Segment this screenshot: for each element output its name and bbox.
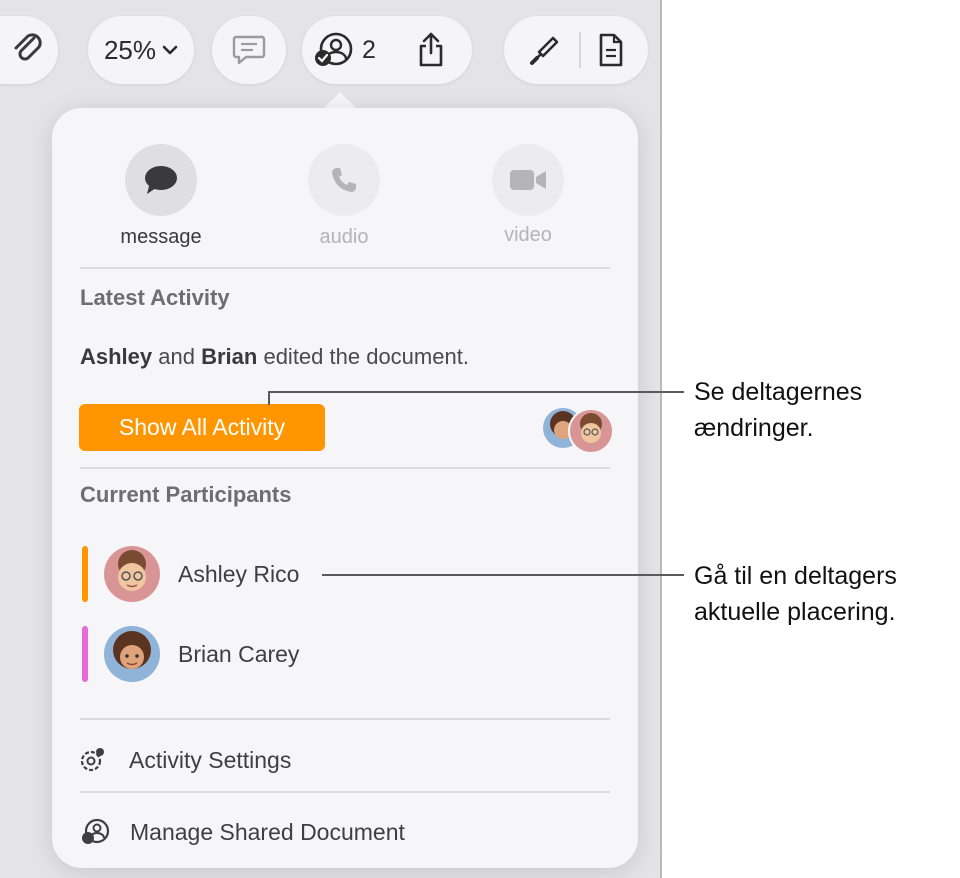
avatar-ashley-small — [568, 408, 614, 454]
audio-label: audio — [319, 226, 369, 248]
activity-summary: Ashley and Brian edited the document. — [80, 344, 469, 370]
divider — [80, 791, 610, 793]
zoom-menu-button[interactable]: 25% — [88, 16, 194, 84]
participant-color-bar — [82, 546, 88, 602]
chevron-down-icon — [162, 44, 178, 56]
paperclip-icon — [12, 32, 46, 68]
participant-color-bar — [82, 626, 88, 682]
document-icon[interactable] — [597, 32, 625, 68]
callout-line-activity — [268, 391, 684, 393]
message-button[interactable] — [125, 144, 197, 216]
participant-name: Brian Carey — [178, 641, 300, 667]
paintbrush-icon[interactable] — [527, 32, 563, 68]
comment-button[interactable] — [212, 16, 286, 84]
activity-settings-icon — [78, 746, 106, 774]
divider — [80, 267, 610, 269]
zoom-value: 25% — [103, 34, 157, 65]
callout-activity-line1: Se deltagernes — [694, 378, 863, 406]
callout-activity: Se deltagernes ændringer. — [694, 374, 862, 446]
phone-icon — [329, 165, 359, 195]
video-button[interactable] — [492, 144, 564, 216]
callout-participant: Gå til en deltagers aktuelle placering. — [694, 558, 897, 630]
avatar-brian — [104, 626, 160, 682]
callout-line-activity-drop — [268, 391, 270, 405]
current-participants-title: Current Participants — [80, 482, 292, 507]
divider — [80, 467, 610, 469]
callout-participant-line1: Gå til en deltagers — [694, 562, 897, 590]
show-all-activity-button[interactable]: Show All Activity — [79, 404, 325, 451]
manage-shared-icon — [80, 818, 110, 846]
activity-name-2: Brian — [201, 344, 258, 369]
video-camera-icon — [508, 167, 548, 193]
collaborator-count: 2 — [362, 35, 376, 64]
callout-activity-line2: ændringer. — [694, 414, 814, 442]
app-edge-divider — [660, 0, 662, 878]
audio-button[interactable] — [308, 144, 380, 216]
activity-settings-label: Activity Settings — [129, 747, 292, 773]
avatar-ashley — [104, 546, 160, 602]
latest-activity-title: Latest Activity — [80, 285, 230, 310]
callout-participant-line2: aktuelle placering. — [694, 598, 896, 626]
message-label: message — [120, 226, 202, 248]
format-document-group — [504, 16, 648, 84]
message-bubble-icon — [143, 164, 179, 196]
collaboration-button[interactable]: 2 — [302, 16, 472, 84]
divider — [80, 718, 610, 720]
collaborators-icon — [312, 31, 354, 69]
share-icon[interactable] — [416, 31, 446, 69]
activity-name-1: Ashley — [80, 344, 153, 369]
toolbar-separator — [579, 32, 581, 68]
video-label: video — [504, 224, 552, 246]
callout-line-participant — [322, 574, 684, 576]
comment-icon — [231, 33, 267, 67]
participant-name: Ashley Rico — [178, 561, 300, 587]
manage-shared-document-label: Manage Shared Document — [130, 819, 405, 845]
activity-joiner: and — [152, 344, 202, 369]
activity-suffix: edited the document. — [257, 344, 469, 369]
